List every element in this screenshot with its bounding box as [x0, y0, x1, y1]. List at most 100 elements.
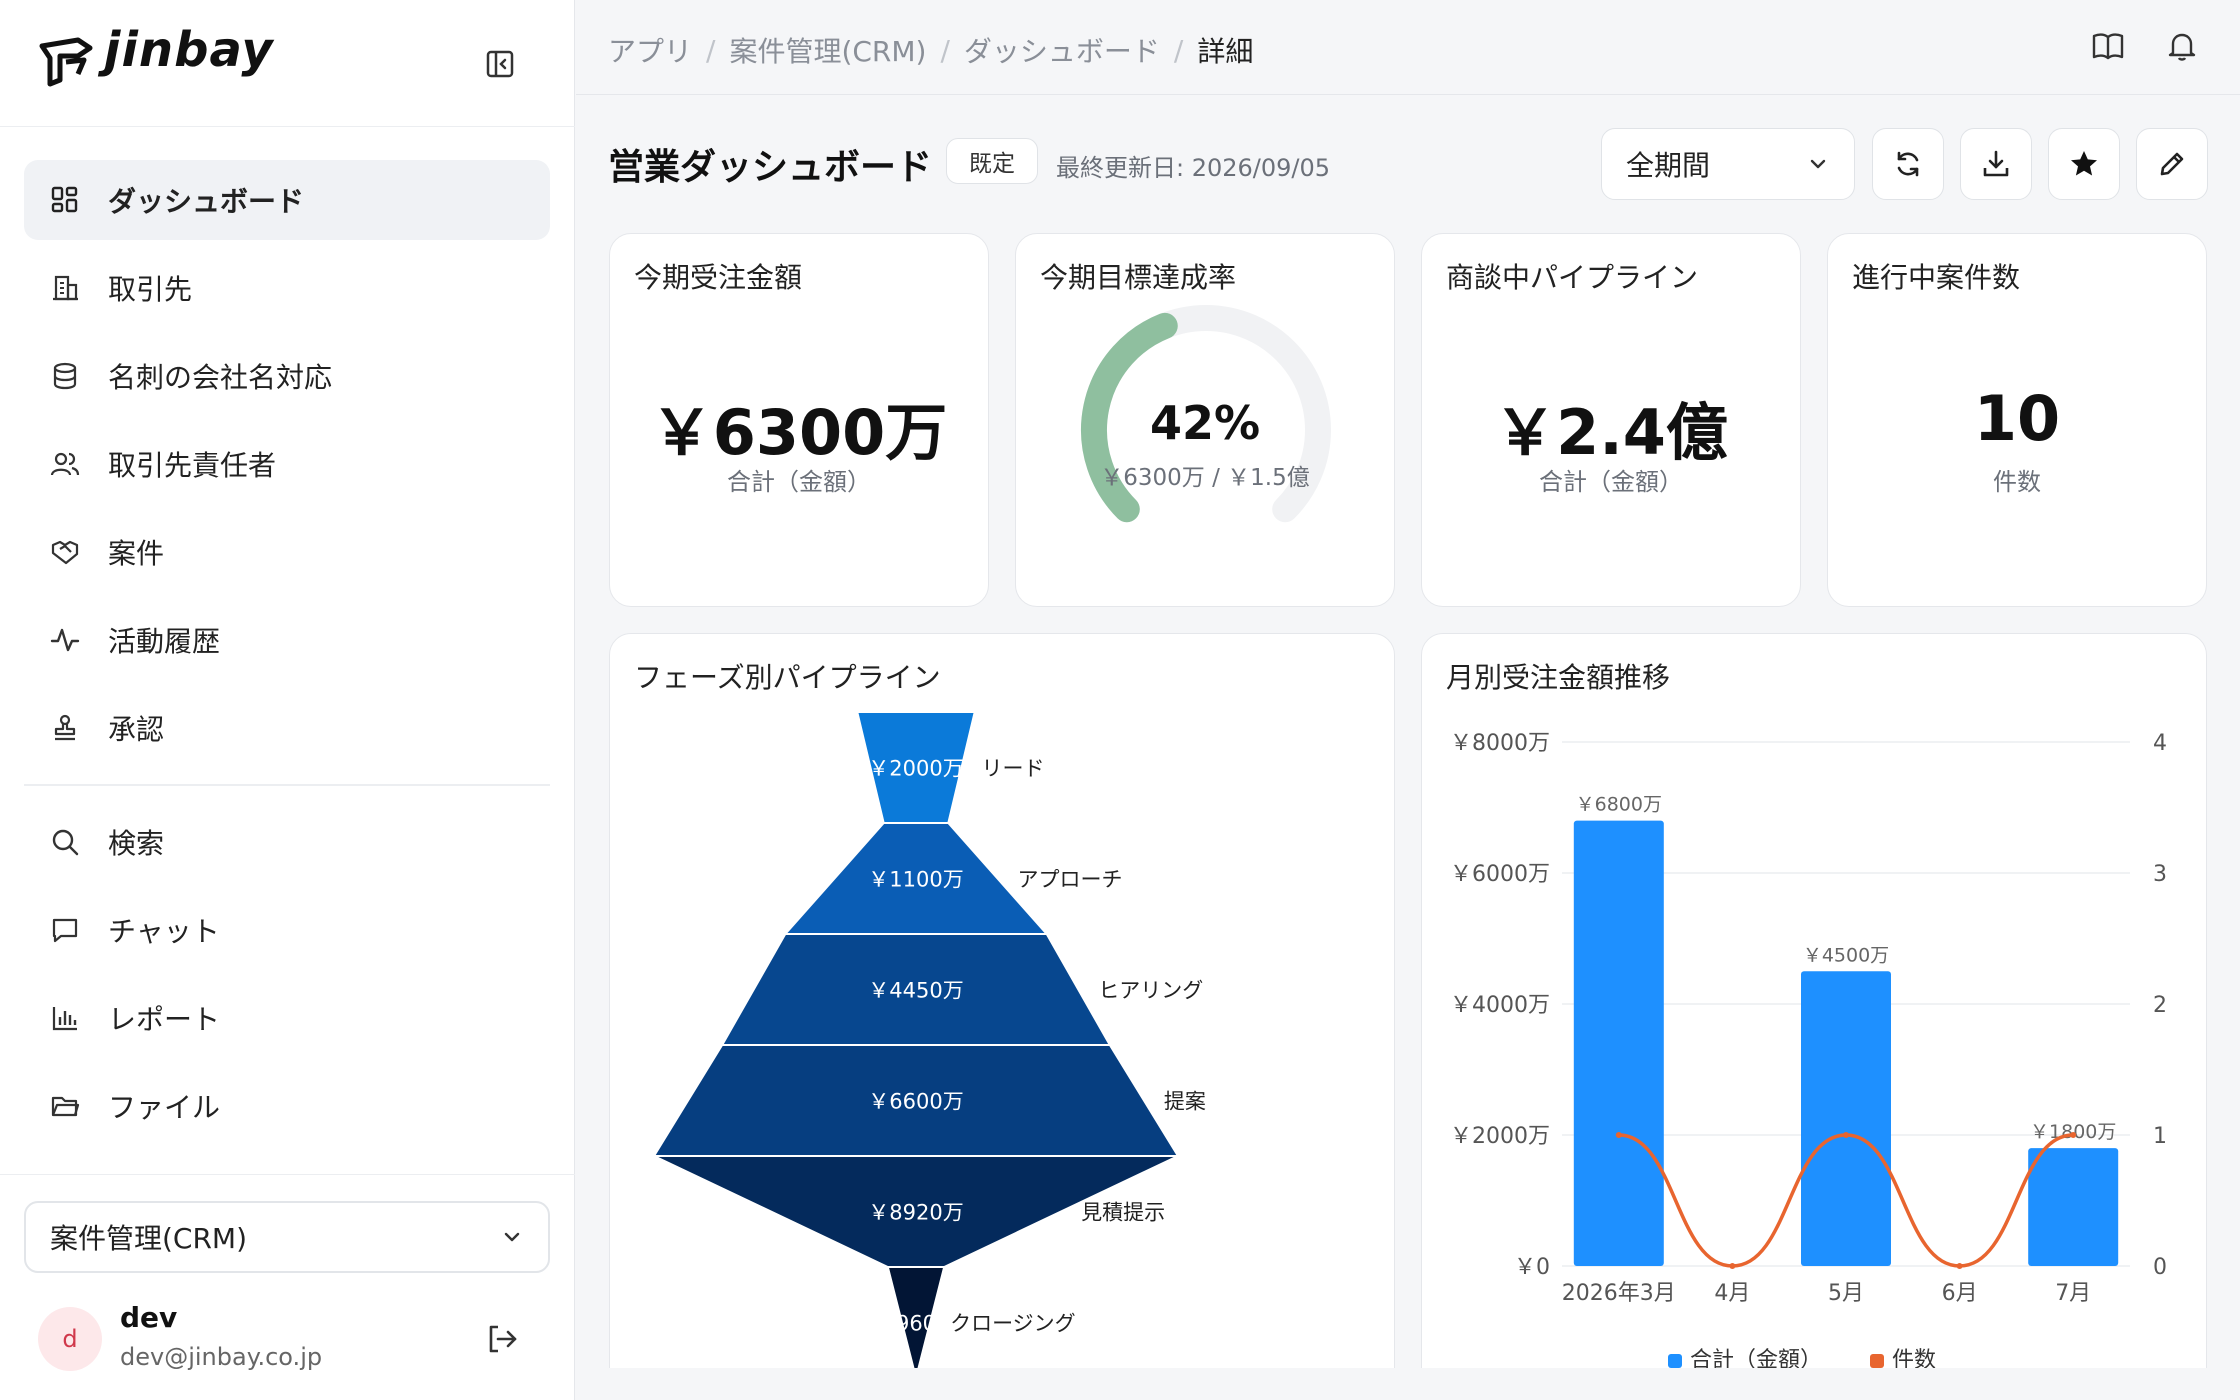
bar[interactable]	[1801, 971, 1891, 1266]
kpi-value: 10	[1973, 382, 2061, 455]
funnel-category-label: アプローチ	[1018, 868, 1123, 892]
y-axis-left-tick: ￥6000万	[1450, 862, 1550, 887]
y-axis-right-tick: 0	[2153, 1255, 2167, 1280]
viewport-bottom-edge	[576, 1368, 2240, 1400]
kpi-subtitle: 合計（金額）	[727, 468, 871, 496]
funnel-chart-card: フェーズ別パイプライン ￥2000万 リード ￥1100万 アプローチ ￥4450万 ヒア…	[609, 633, 1395, 1400]
sidebar-item-search[interactable]: 検索	[24, 802, 550, 882]
bar-value-label: ￥4500万	[1803, 944, 1889, 966]
sidebar: jinbay ダッシュボード 取引先 名刺の会社名対応 取引先責任者 案件 活動…	[0, 0, 575, 1400]
funnel-value-label: ￥6600万	[868, 1090, 963, 1114]
sidebar-item-approvals[interactable]: 承認	[24, 688, 550, 768]
default-badge: 既定	[946, 138, 1038, 184]
bar[interactable]	[2028, 1148, 2119, 1266]
dashboard-icon	[48, 183, 82, 217]
refresh-icon	[1897, 151, 1919, 177]
line-point[interactable]	[1729, 1263, 1736, 1269]
logo-row: jinbay	[0, 0, 575, 127]
nav-divider	[24, 784, 550, 786]
app-switcher-select[interactable]: 案件管理(CRM)	[24, 1201, 550, 1273]
book-icon[interactable]	[2090, 28, 2126, 64]
breadcrumb-item[interactable]: アプリ	[608, 30, 692, 70]
edit-button[interactable]	[2136, 128, 2208, 200]
chevron-down-icon	[504, 1232, 520, 1242]
funnel-value-label: ￥960万	[875, 1312, 957, 1336]
breadcrumb: アプリ / 案件管理(CRM) / ダッシュボード / 詳細	[608, 30, 1253, 70]
bar-value-label: ￥6800万	[1576, 794, 1662, 816]
period-select[interactable]: 全期間	[1601, 128, 1855, 200]
sidebar-item-label: 名刺の会社名対応	[108, 361, 333, 394]
funnel-category-label: 提案	[1164, 1090, 1206, 1114]
gauge-value: 42%	[1149, 396, 1261, 450]
sidebar-item-dashboard[interactable]: ダッシュボード	[24, 160, 550, 240]
breadcrumb-item[interactable]: ダッシュボード	[964, 30, 1160, 70]
sidebar-item-deals[interactable]: 案件	[24, 512, 550, 592]
funnel-category-label: リード	[982, 757, 1045, 781]
kpi-card-achievement: 今期目標達成率 42% ￥6300万 / ￥1.5億	[1015, 233, 1395, 607]
funnel-value-label: ￥8920万	[868, 1201, 963, 1225]
chat-icon	[48, 913, 82, 947]
line-point[interactable]	[2070, 1132, 2077, 1138]
activity-icon	[48, 623, 82, 657]
y-axis-left-tick: ￥2000万	[1450, 1124, 1550, 1149]
x-axis-tick: 6月	[1942, 1281, 1978, 1306]
app-switcher-label: 案件管理(CRM)	[50, 1222, 248, 1255]
sidebar-item-label: 取引先	[108, 273, 193, 306]
topbar: アプリ / 案件管理(CRM) / ダッシュボード / 詳細	[576, 0, 2240, 95]
favorite-button[interactable]	[2048, 128, 2120, 200]
funnel-value-label: ￥1100万	[868, 868, 963, 892]
y-axis-right-tick: 3	[2153, 862, 2167, 887]
building-icon	[48, 271, 82, 305]
users-icon	[48, 447, 82, 481]
breadcrumb-item[interactable]: 案件管理(CRM)	[729, 30, 926, 70]
kpi-value: ￥6300万	[650, 396, 948, 469]
card-title: 進行中案件数	[1852, 261, 2021, 294]
sidebar-item-label: ファイル	[108, 1091, 221, 1124]
avatar[interactable]: d	[38, 1307, 102, 1371]
sidebar-item-label: 検索	[108, 827, 165, 860]
last-updated: 最終更新日: 2026/09/05	[1056, 154, 1331, 182]
sidebar-item-reports[interactable]: レポート	[24, 978, 550, 1058]
sidebar-item-files[interactable]: ファイル	[24, 1066, 550, 1146]
x-axis-tick: 5月	[1828, 1281, 1864, 1306]
line-point[interactable]	[1843, 1132, 1849, 1138]
funnel-chart: ￥2000万 リード ￥1100万 アプローチ ￥4450万 ヒアリング ￥6600万 提案 ￥…	[652, 711, 1206, 1379]
monthly-orders-chart-card: 月別受注金額推移 ￥0 0 ￥2000万 1 ￥4000万 2 ￥6000万 3 ￥8000万 4…	[1421, 633, 2207, 1400]
sidebar-item-card-company[interactable]: 名刺の会社名対応	[24, 336, 550, 416]
sidebar-item-activities[interactable]: 活動履歴	[24, 600, 550, 680]
refresh-button[interactable]	[1872, 128, 1944, 200]
logo-icon	[39, 37, 93, 87]
pencil-icon	[2160, 152, 2184, 176]
stamp-icon	[48, 711, 82, 745]
line-point[interactable]	[1956, 1263, 1963, 1269]
y-axis-left-tick: ￥8000万	[1450, 731, 1550, 756]
kpi-card-pipeline: 商談中パイプライン ￥2.4億 合計（金額）	[1421, 233, 1801, 607]
bell-icon[interactable]	[2164, 28, 2200, 64]
legend-swatch	[1668, 1354, 1682, 1368]
sidebar-item-accounts[interactable]: 取引先	[24, 248, 550, 328]
page-title: 営業ダッシュボード	[608, 147, 933, 188]
download-button[interactable]	[1960, 128, 2032, 200]
breadcrumb-current: 詳細	[1197, 35, 1254, 68]
funnel-category-label: ヒアリング	[1098, 979, 1203, 1003]
logout-icon[interactable]	[484, 1321, 520, 1357]
sidebar-collapse-icon[interactable]	[484, 48, 516, 80]
sidebar-item-label: 取引先責任者	[108, 449, 277, 482]
x-axis-tick: 7月	[2055, 1281, 2091, 1306]
sidebar-item-label: 承認	[108, 713, 165, 746]
topbar-actions	[2090, 28, 2200, 64]
sidebar-item-chat[interactable]: チャット	[24, 890, 550, 970]
sidebar-item-label: レポート	[108, 1003, 221, 1036]
y-axis-left-tick: ￥0	[1514, 1255, 1550, 1280]
sidebar-item-contacts[interactable]: 取引先責任者	[24, 424, 550, 504]
bar[interactable]	[1573, 820, 1664, 1266]
kpi-subtitle: 件数	[1993, 468, 2041, 496]
sidebar-footer: 案件管理(CRM) d dev dev@jinbay.co.jp	[0, 1174, 575, 1400]
search-icon	[48, 825, 82, 859]
funnel-category-label: 見積提示	[1081, 1201, 1165, 1225]
user-name: dev	[120, 1301, 178, 1334]
kpi-subtitle: 合計（金額）	[1539, 468, 1683, 496]
line-point[interactable]	[1615, 1132, 1622, 1138]
card-title: 今期受注金額	[634, 261, 803, 294]
folder-icon	[48, 1089, 82, 1123]
